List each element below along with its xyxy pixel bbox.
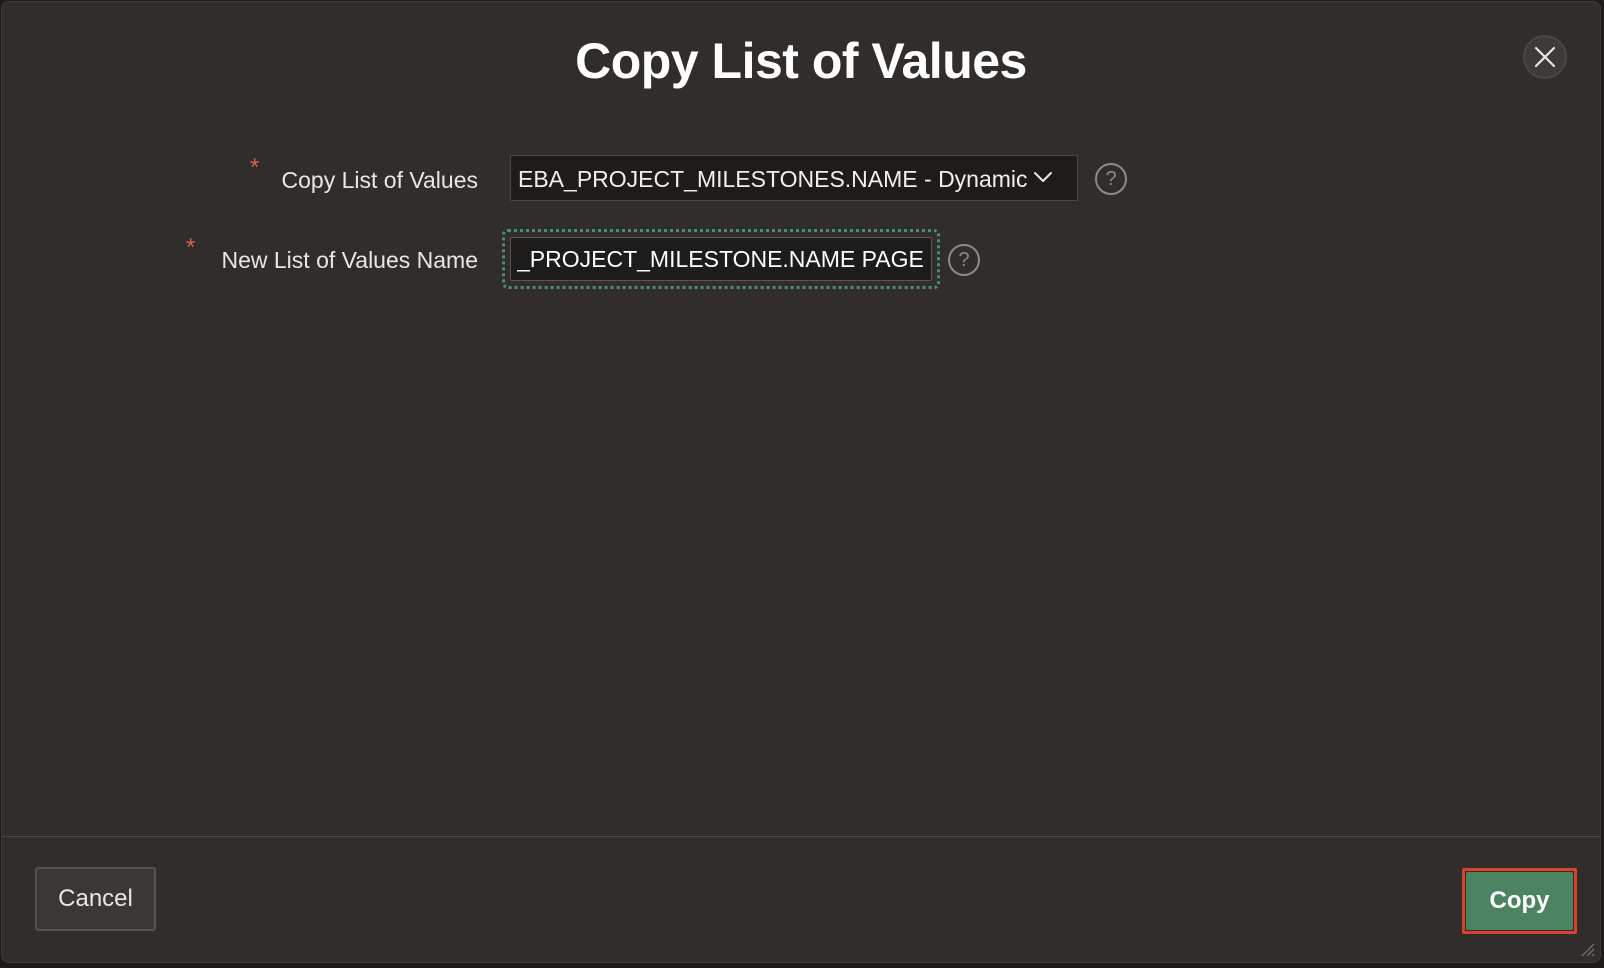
new-lov-name-help-button[interactable]: ? [948, 244, 980, 276]
footer-divider [2, 836, 1600, 837]
copy-lov-dialog: Copy List of Values * Copy List of Value… [1, 1, 1601, 963]
copy-lov-help-button[interactable]: ? [1095, 163, 1127, 195]
new-lov-name-label: New List of Values Name [221, 247, 478, 273]
new-lov-name-row: * New List of Values Name ? [2, 229, 1600, 289]
copy-lov-select[interactable]: EBA_PROJECT_MILESTONES.NAME - Dynamic [510, 155, 1078, 201]
resize-grip-icon[interactable] [1578, 940, 1596, 958]
close-icon [1534, 46, 1556, 68]
required-indicator: * [250, 154, 260, 181]
dialog-title: Copy List of Values [575, 33, 1027, 89]
cancel-button[interactable]: Cancel [35, 867, 156, 931]
new-lov-name-input[interactable] [510, 237, 932, 281]
copy-lov-row: * Copy List of Values EBA_PROJECT_MILEST… [2, 154, 1600, 205]
copy-lov-selected-value: EBA_PROJECT_MILESTONES.NAME - Dynamic [518, 166, 1028, 192]
copy-lov-label: Copy List of Values [281, 167, 478, 193]
copy-button[interactable]: Copy [1466, 872, 1573, 930]
close-button[interactable] [1523, 35, 1567, 79]
required-indicator: * [186, 234, 196, 261]
chevron-down-icon [1034, 172, 1052, 182]
